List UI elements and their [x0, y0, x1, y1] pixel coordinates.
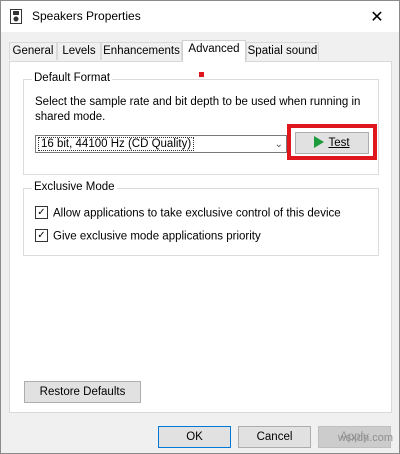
test-button[interactable]: Test: [295, 132, 369, 154]
priority-checkbox[interactable]: ✓: [35, 229, 48, 242]
tab-spatial-sound[interactable]: Spatial sound: [246, 42, 319, 60]
play-icon: [314, 135, 325, 148]
title-bar: Speakers Properties ✕: [1, 1, 399, 32]
format-select-value: 16 bit, 44100 Hz (CD Quality): [38, 137, 195, 151]
red-marker: [199, 72, 204, 77]
exclusive-mode-group: Exclusive Mode: [23, 181, 379, 256]
tab-general[interactable]: General: [9, 42, 57, 60]
tab-levels[interactable]: Levels: [57, 42, 101, 60]
speakers-properties-dialog: Speakers Properties ✕ General Levels Enh…: [0, 0, 400, 454]
speaker-icon: [10, 9, 22, 24]
chevron-down-icon: ⌄: [274, 139, 283, 150]
format-select[interactable]: 16 bit, 44100 Hz (CD Quality) ⌄: [35, 135, 287, 153]
tab-enhancements[interactable]: Enhancements: [101, 42, 182, 60]
close-icon: ✕: [370, 8, 384, 26]
tab-advanced[interactable]: Advanced: [182, 40, 246, 62]
exclusive-mode-legend: Exclusive Mode: [32, 181, 117, 193]
priority-checkbox-row[interactable]: ✓ Give exclusive mode applications priori…: [35, 229, 261, 243]
test-button-label: Test: [328, 137, 350, 149]
watermark: wsxdn.com: [337, 432, 393, 444]
default-format-description: Select the sample rate and bit depth to …: [35, 96, 361, 123]
window-title: Speakers Properties: [32, 9, 141, 23]
close-button[interactable]: ✕: [355, 1, 399, 32]
cancel-button[interactable]: Cancel: [238, 426, 311, 448]
allow-exclusive-checkbox[interactable]: ✓: [35, 206, 48, 219]
allow-exclusive-checkbox-row[interactable]: ✓ Allow applications to take exclusive co…: [35, 206, 341, 220]
default-format-legend: Default Format: [32, 72, 113, 84]
ok-button[interactable]: OK: [158, 426, 231, 448]
priority-label: Give exclusive mode applications priorit…: [53, 230, 261, 243]
allow-exclusive-label: Allow applications to take exclusive con…: [53, 207, 341, 220]
restore-defaults-button[interactable]: Restore Defaults: [24, 381, 141, 403]
